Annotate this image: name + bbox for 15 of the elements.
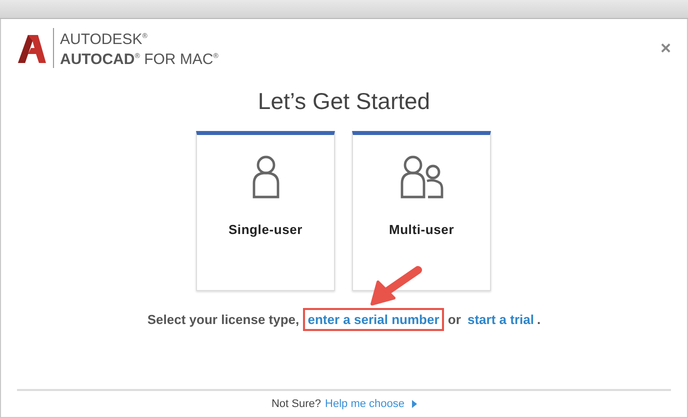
caret-icon	[412, 400, 417, 408]
close-button[interactable]: ×	[660, 40, 671, 56]
help-me-choose-link[interactable]: Help me choose	[325, 398, 405, 410]
license-option-card[interactable]: Multi-user	[352, 131, 491, 291]
dialog-title: Let’s Get Started	[256, 87, 432, 115]
person-icon	[252, 155, 280, 199]
people-icon	[400, 155, 444, 199]
company-name: AUTODESK$^{®}$	[60, 30, 148, 48]
logo-icon	[16, 33, 46, 63]
annotation-arrow	[368, 264, 424, 306]
product-name: AUTOCAD$^{®}$ FOR MAC$^{®}$	[60, 50, 218, 68]
prompt-link[interactable]: start a trial	[464, 310, 537, 329]
not-sure-label: Not Sure?	[271, 398, 322, 410]
license-option-card[interactable]: Single-user	[196, 131, 335, 291]
prompt-link[interactable]: enter a serial number	[302, 308, 444, 331]
